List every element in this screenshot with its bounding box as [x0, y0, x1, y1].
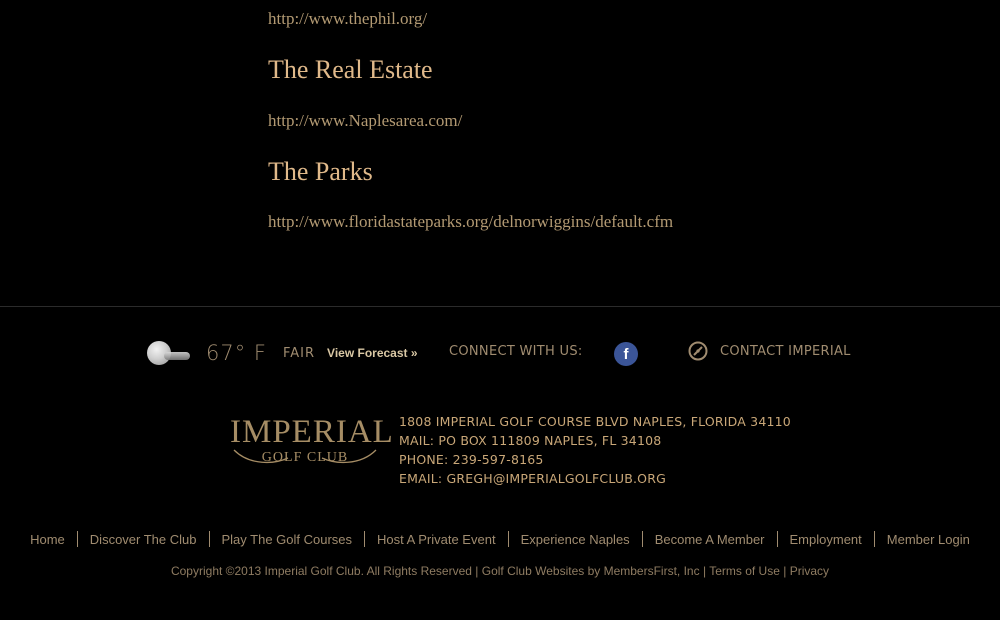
footer-link-employment[interactable]: Employment: [778, 532, 874, 547]
footer-link-member-login[interactable]: Member Login: [875, 532, 982, 547]
address-phone: PHONE: 239-597-8165: [399, 452, 544, 467]
facebook-icon[interactable]: f: [614, 342, 638, 366]
club-address: 1808 IMPERIAL GOLF COURSE BLVD NAPLES, F…: [399, 412, 791, 488]
copyright-separator: |: [783, 564, 787, 578]
connect-label: CONNECT WITH US:: [449, 344, 583, 359]
copyright-text: Copyright ©2013 Imperial Golf Club. All …: [170, 564, 479, 578]
view-forecast-link[interactable]: View Forecast »: [327, 346, 418, 360]
link-floridastateparks[interactable]: http://www.floridastateparks.org/delnorw…: [268, 212, 673, 232]
contact-imperial-link[interactable]: CONTACT IMPERIAL: [688, 341, 851, 361]
link-naplesarea[interactable]: http://www.Naplesarea.com/: [268, 111, 462, 131]
address-street: 1808 IMPERIAL GOLF COURSE BLVD NAPLES, F…: [399, 414, 791, 429]
footer-link-host-private-event[interactable]: Host A Private Event: [365, 532, 508, 547]
weather-condition: FAIR: [282, 345, 316, 361]
copyright-bar: Copyright ©2013 Imperial Golf Club. All …: [0, 564, 1000, 578]
heading-parks: The Parks: [268, 157, 373, 186]
footer-nav: Home Discover The Club Play The Golf Cou…: [0, 531, 1000, 547]
memberfirst-link[interactable]: Golf Club Websites by MembersFirst, Inc: [482, 564, 700, 578]
weather-temperature: 67° F: [206, 341, 267, 365]
footer-divider: [0, 306, 1000, 307]
moon-cloud-icon: [138, 336, 192, 370]
footer-link-home[interactable]: Home: [18, 532, 77, 547]
terms-of-use-link[interactable]: Terms of Use: [709, 564, 780, 578]
footer-link-play-golf-courses[interactable]: Play The Golf Courses: [210, 532, 365, 547]
address-mail: MAIL: PO BOX 111809 NAPLES, FL 34108: [399, 433, 662, 448]
imperial-golf-club-logo[interactable]: IMPERIAL GOLF CLUB: [230, 414, 393, 472]
footer-link-become-member[interactable]: Become A Member: [643, 532, 777, 547]
privacy-link[interactable]: Privacy: [790, 564, 829, 578]
heading-real-estate: The Real Estate: [268, 55, 433, 84]
address-email[interactable]: EMAIL: GREGH@IMPERIALGOLFCLUB.ORG: [399, 469, 791, 488]
footer-link-discover-the-club[interactable]: Discover The Club: [78, 532, 209, 547]
weather-widget: 67° F FAIR View Forecast »: [138, 336, 418, 370]
copyright-separator: |: [702, 564, 707, 578]
link-thephil[interactable]: http://www.thephil.org/: [268, 9, 427, 29]
compass-icon: [688, 341, 708, 361]
contact-imperial-label: CONTACT IMPERIAL: [720, 343, 851, 359]
footer-link-experience-naples[interactable]: Experience Naples: [509, 532, 642, 547]
logo-subtitle: GOLF CLUB: [261, 450, 349, 465]
